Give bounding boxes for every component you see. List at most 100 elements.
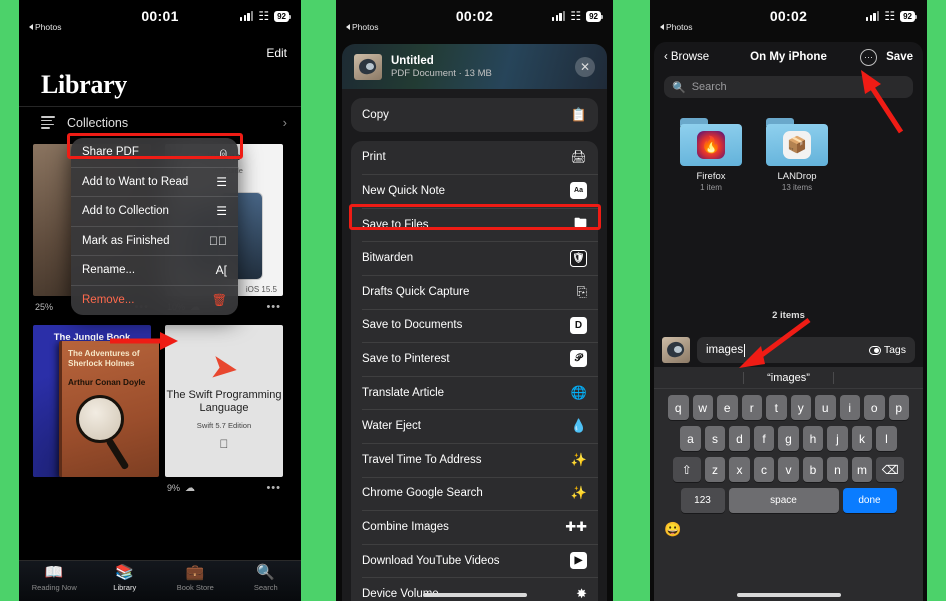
action-print[interactable]: Print 🖨 (351, 141, 598, 175)
book-cover-swift[interactable]: ➤ The Swift Programming Language Swift 5… (165, 325, 283, 477)
folder-item-landrop[interactable]: 📦 LANDrop 13 items (766, 118, 828, 192)
tab-book-store[interactable]: 💼 Book Store (160, 564, 231, 593)
key-m[interactable]: m (851, 457, 873, 482)
key-j[interactable]: j (827, 426, 848, 451)
check-circle-icon: ✔⃝ (209, 233, 227, 248)
tab-reading-now[interactable]: 📖 Reading Now (19, 565, 90, 593)
folder-item-firefox[interactable]: 🔥 Firefox 1 item (680, 118, 742, 192)
home-indicator (736, 593, 841, 597)
save-button[interactable]: Save (886, 51, 913, 63)
tab-search[interactable]: 🔍 Search (231, 565, 302, 593)
shield-icon: 🛡 (570, 249, 587, 267)
action-label: Download YouTube Videos (362, 554, 500, 567)
action-label: Save to Pinterest (362, 352, 450, 365)
context-menu-item-rename[interactable]: Rename... A[ (71, 256, 238, 286)
key-l[interactable]: l (876, 426, 897, 451)
context-menu-item-add-to-collection[interactable]: Add to Collection ☰ (71, 197, 238, 227)
key-e[interactable]: e (717, 395, 738, 420)
ellipsis-circle-icon[interactable]: ⋯ (860, 48, 878, 66)
action-save-to-pinterest[interactable]: Save to Pinterest 𝒫 (351, 342, 598, 376)
key-a[interactable]: a (680, 426, 701, 451)
folder-icon: 📦 (766, 118, 828, 166)
globe-icon: 🌐 (570, 384, 587, 400)
key-d[interactable]: d (729, 426, 750, 451)
context-menu-item-add-to-want-to-read[interactable]: Add to Want to Read ☰ (71, 168, 238, 197)
key-k[interactable]: k (851, 426, 873, 451)
key-c[interactable]: c (753, 457, 775, 482)
key-q[interactable]: q (668, 395, 689, 420)
book-cover-sherlock-holmes[interactable]: The Adventures of Sherlock Holmes Arthur… (59, 341, 159, 477)
status-back-to-photos[interactable]: Photos (660, 22, 692, 32)
action-label: Copy (362, 108, 389, 121)
book-more-icon[interactable]: ••• (266, 301, 281, 313)
browse-back-button[interactable]: ‹ Browse (664, 51, 709, 63)
action-copy[interactable]: Copy 📋 (351, 98, 598, 132)
status-back-to-photos[interactable]: Photos (346, 22, 378, 32)
action-bitwarden[interactable]: Bitwarden 🛡 (351, 241, 598, 275)
action-device-volume[interactable]: Device Volume ✸ (351, 577, 598, 601)
action-travel-time-to-address[interactable]: Travel Time To Address ✨ (351, 442, 598, 477)
action-combine-images[interactable]: Combine Images ✚✚ (351, 510, 598, 544)
trash-icon: 🗑 (211, 293, 227, 308)
action-translate-article[interactable]: Translate Article 🌐 (351, 375, 598, 410)
status-bar-panel3: Photos 00:02 ☷ 92 (650, 0, 927, 40)
status-back-to-photos[interactable]: Photos (29, 22, 61, 32)
action-water-eject[interactable]: Water Eject 💧 (351, 409, 598, 443)
tags-button[interactable]: Tags (868, 344, 906, 356)
numbers-key[interactable]: 123 (680, 488, 725, 513)
done-key[interactable]: done (842, 488, 897, 513)
document-title: Untitled (391, 54, 434, 67)
landrop-icon: 📦 (783, 131, 811, 159)
action-download-youtube-videos[interactable]: Download YouTube Videos ▶ (351, 543, 598, 578)
action-chrome-google-search[interactable]: Chrome Google Search ✨ (351, 476, 598, 511)
emoji-icon[interactable]: 😀 (664, 521, 681, 538)
key-z[interactable]: z (704, 457, 726, 482)
collection-icon: ☰ (216, 204, 227, 219)
navbar-actions: ⋯ Save (860, 48, 913, 66)
navbar-title: On My iPhone (750, 51, 827, 63)
key-b[interactable]: b (802, 457, 824, 482)
shift-icon[interactable]: ⇧ (672, 457, 701, 482)
action-drafts-quick-capture[interactable]: Drafts Quick Capture ⎘ (351, 274, 598, 309)
key-w[interactable]: w (692, 395, 713, 420)
keyboard-row-2: a s d f g h j k l (654, 426, 923, 451)
space-key[interactable]: space (728, 488, 839, 513)
folder-icon: 🔥 (680, 118, 742, 166)
prediction-suggestion[interactable]: “images” (767, 372, 810, 384)
folder-name: Firefox (696, 171, 726, 182)
droplet-icon: 💧 (570, 418, 587, 434)
key-h[interactable]: h (802, 426, 824, 451)
context-menu-item-remove[interactable]: Remove... 🗑 (71, 286, 238, 316)
backspace-icon[interactable]: ⌫ (876, 457, 905, 482)
firefox-icon: 🔥 (697, 131, 725, 159)
key-n[interactable]: n (827, 457, 848, 482)
key-o[interactable]: o (864, 395, 885, 420)
context-menu-item-mark-as-finished[interactable]: Mark as Finished ✔⃝ (71, 227, 238, 256)
action-save-to-documents[interactable]: Save to Documents D (351, 308, 598, 343)
back-triangle-icon (29, 24, 33, 30)
drafts-icon: ⎘ (576, 283, 587, 299)
key-u[interactable]: u (815, 395, 836, 420)
book-cell[interactable]: ➤ The Swift Programming Language Swift 5… (165, 325, 283, 494)
action-new-quick-note[interactable]: New Quick Note Aa (351, 174, 598, 208)
key-f[interactable]: f (753, 426, 775, 451)
key-x[interactable]: x (729, 457, 750, 482)
key-r[interactable]: r (741, 395, 762, 420)
text-cursor-icon: A[ (215, 263, 227, 278)
book-more-icon[interactable]: ••• (266, 482, 281, 494)
close-icon[interactable]: ✕ (575, 56, 595, 77)
key-v[interactable]: v (778, 457, 799, 482)
annotation-arrow-1 (108, 330, 180, 352)
key-i[interactable]: i (839, 395, 860, 420)
keyboard-bottom-row: 😀 (654, 513, 923, 538)
bag-icon: 💼 (185, 564, 205, 581)
key-t[interactable]: t (766, 395, 787, 420)
key-y[interactable]: y (790, 395, 811, 420)
keyboard-row-4: 123 space done (654, 488, 923, 513)
key-p[interactable]: p (888, 395, 909, 420)
edit-button[interactable]: Edit (266, 46, 287, 60)
tab-library[interactable]: 📚 Library (90, 565, 161, 593)
document-info: Untitled PDF Document · 13 MB (391, 55, 492, 79)
key-g[interactable]: g (778, 426, 799, 451)
key-s[interactable]: s (704, 426, 726, 451)
